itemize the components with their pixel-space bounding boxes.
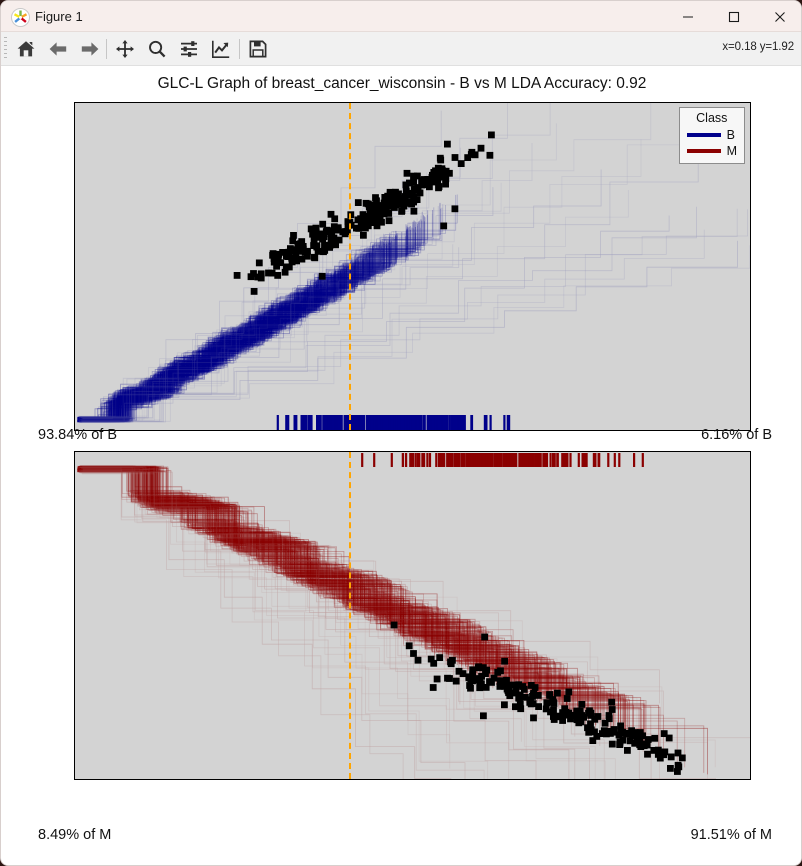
window-title: Figure 1 [35,9,83,24]
sliders-icon[interactable] [175,36,203,62]
minimize-icon[interactable] [665,1,711,32]
legend-swatch-b [686,133,721,137]
forward-arrow-icon[interactable] [76,36,104,62]
class-b-lines [77,103,750,430]
save-floppy-icon[interactable] [244,36,272,62]
coordinate-readout: x=0.18 y=1.92 [722,41,794,53]
toolbar-separator-2 [239,39,240,59]
page-title: GLC-L Graph of breast_cancer_wisconsin -… [157,75,647,92]
home-icon[interactable] [12,36,40,62]
figure-window: Figure 1 x=0.18 y=1.92 GLC-L Graph of br… [0,0,802,866]
threshold-line-b [349,103,351,430]
class-legend[interactable]: Class B M [678,107,745,164]
figure-canvas: GLC-L Graph of breast_cancer_wisconsin -… [2,66,801,865]
class-b-plot-area[interactable]: Class B M [74,102,751,431]
legend-entry-b[interactable]: B [686,127,737,143]
toolbar-grip [4,37,7,61]
m-left-percentage: 8.49% of M [38,827,112,843]
matplotlib-toolbar: x=0.18 y=1.92 [1,32,801,66]
matplotlib-icon [11,8,30,27]
m-right-percentage: 91.51% of M [690,827,772,843]
line-chart-icon[interactable] [207,36,235,62]
threshold-line-m [349,452,351,779]
class-m-lines [77,453,750,779]
class-m-plot-area[interactable] [74,451,751,780]
legend-label-m: M [726,144,737,158]
close-icon[interactable] [757,1,801,32]
pan-move-icon[interactable] [111,36,139,62]
toolbar-separator [106,39,107,59]
b-right-percentage: 6.16% of B [701,427,772,443]
legend-entry-m[interactable]: M [686,143,737,159]
legend-title: Class [696,111,728,125]
zoom-magnifier-icon[interactable] [143,36,171,62]
back-arrow-icon[interactable] [44,36,72,62]
window-titlebar: Figure 1 [1,1,801,32]
b-left-percentage: 93.84% of B [38,427,117,443]
maximize-icon[interactable] [711,1,757,32]
legend-label-b: B [726,128,735,142]
legend-swatch-m [686,149,721,153]
